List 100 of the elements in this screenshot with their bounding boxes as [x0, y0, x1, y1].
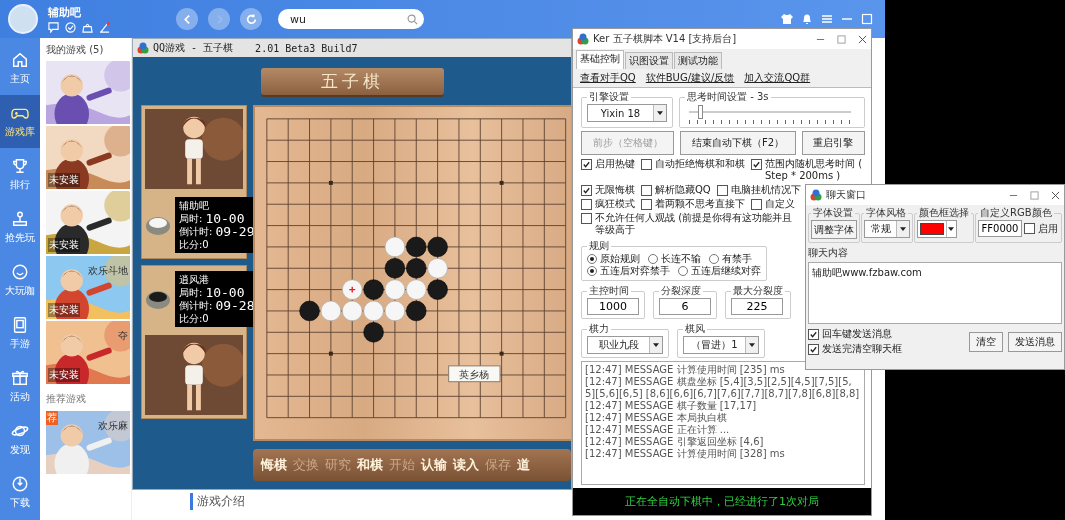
link[interactable]: 软件BUG/建议/反馈: [645, 71, 735, 85]
section-title: 推荐游戏: [46, 392, 87, 406]
game-title[interactable]: 欢乐麻: [98, 419, 128, 433]
shirt-icon[interactable]: [781, 13, 793, 25]
caret-icon: [948, 227, 955, 231]
option-label: 电脑挂机情况下: [730, 184, 801, 196]
nav-item[interactable]: 活动: [0, 360, 40, 413]
tab[interactable]: 识图设置: [625, 52, 673, 69]
joystick-icon: [11, 210, 29, 228]
checkbox[interactable]: [716, 185, 728, 196]
nav-item[interactable]: 抢先玩: [0, 201, 40, 254]
option-label: 启用: [1038, 222, 1058, 235]
radio-button[interactable]: [587, 254, 597, 264]
checkbox[interactable]: [581, 185, 592, 196]
caret-icon: [900, 227, 906, 231]
bell-icon[interactable]: [801, 13, 813, 25]
action-button[interactable]: 和棋: [357, 456, 383, 474]
option-label: 自定义: [765, 198, 795, 210]
caret-icon: [653, 343, 659, 347]
checkbox[interactable]: [641, 185, 652, 196]
checkbox[interactable]: [641, 199, 652, 210]
group-label: 引擎设置: [588, 90, 630, 104]
search-icon[interactable]: [407, 13, 418, 25]
checkbox[interactable]: [581, 159, 592, 170]
close-icon[interactable]: [1051, 190, 1060, 200]
search-field[interactable]: wu: [288, 11, 407, 27]
action-button[interactable]: 悔棋: [261, 456, 287, 474]
checkbox[interactable]: [751, 159, 762, 170]
check-icon[interactable]: [65, 22, 76, 33]
close-icon[interactable]: [858, 34, 867, 44]
color-dropdown[interactable]: [917, 220, 957, 238]
group-label: 主控时间: [588, 284, 630, 298]
smiley-icon: [11, 263, 29, 281]
nav-item[interactable]: 主页: [0, 42, 40, 95]
username[interactable]: 辅助吧: [48, 5, 166, 20]
game-board[interactable]: 英乡杨: [253, 105, 571, 441]
radio-button[interactable]: [709, 254, 719, 264]
pen-icon[interactable]: [99, 22, 110, 33]
game-title[interactable]: 夺: [118, 329, 128, 343]
dropdown[interactable]: （冒进）1: [683, 336, 759, 354]
font-button[interactable]: 调整字体: [811, 220, 857, 239]
checkbox[interactable]: [581, 213, 592, 224]
checkbox[interactable]: [581, 199, 592, 210]
number-field[interactable]: 225: [731, 298, 783, 315]
tab[interactable]: 基础控制: [576, 50, 624, 69]
link[interactable]: 查看对手QQ: [580, 71, 636, 85]
group-label: 分裂深度: [660, 284, 702, 298]
game-badge: 未安装: [48, 173, 80, 187]
menu-icon[interactable]: [821, 13, 833, 25]
game-title[interactable]: 欢乐斗地: [88, 264, 128, 278]
bag-icon[interactable]: [82, 22, 93, 33]
chat-input[interactable]: 辅助吧www.fzbaw.com: [808, 262, 1062, 324]
chat-button[interactable]: 清空: [969, 331, 1003, 352]
nav-item[interactable]: 下载: [0, 466, 40, 519]
action-button[interactable]: 结束自动下棋（F2）: [680, 131, 796, 155]
avatar[interactable]: [8, 4, 38, 34]
player-name: 辅助吧: [179, 199, 210, 212]
radio-button[interactable]: [648, 254, 658, 264]
option-label: 原始规则: [600, 253, 640, 265]
chat-button[interactable]: 发送消息: [1008, 331, 1062, 352]
checkbox[interactable]: [808, 328, 819, 340]
nav-item[interactable]: 发现: [0, 413, 40, 466]
slider-thumb[interactable]: [698, 105, 704, 119]
number-field[interactable]: 6: [659, 298, 711, 315]
action-button[interactable]: 重启引擎: [801, 131, 865, 155]
action-button[interactable]: 认输: [421, 456, 447, 474]
chat-bubble-icon[interactable]: [48, 22, 59, 33]
link[interactable]: 加入交流QQ群: [744, 71, 811, 85]
checkbox[interactable]: [641, 159, 652, 170]
option-label: 有禁手: [722, 253, 752, 265]
countdown-label: 倒计时:: [179, 225, 213, 238]
nav-item[interactable]: 游戏库: [0, 95, 40, 148]
tab[interactable]: 测试功能: [674, 52, 722, 69]
option-label: 自动拒绝悔棋和和棋: [655, 158, 745, 170]
nav-item[interactable]: 手游: [0, 307, 40, 360]
search-box[interactable]: wu: [278, 9, 424, 29]
status-message: 正在全自动下棋中，已经进行了1次对局: [573, 488, 871, 515]
option-label: 五连后对弈禁手: [600, 265, 670, 277]
back-button[interactable]: [176, 8, 198, 30]
radio-button[interactable]: [587, 266, 597, 276]
nav-item[interactable]: 大玩咖: [0, 254, 40, 307]
countdown-label: 倒计时:: [179, 299, 213, 312]
action-button[interactable]: 道: [517, 456, 530, 474]
chevron-left-icon: [181, 13, 193, 25]
checkbox[interactable]: [1024, 223, 1035, 234]
radio-button[interactable]: [678, 266, 688, 276]
score-label: 比分:0: [179, 238, 210, 251]
action-button[interactable]: 读入: [453, 456, 479, 474]
app-icon: [577, 33, 589, 45]
number-field[interactable]: 1000: [587, 298, 639, 315]
dropdown[interactable]: 常规: [864, 220, 910, 238]
engine-dropdown[interactable]: Yixin 18: [587, 104, 667, 122]
dropdown[interactable]: 职业九段: [587, 336, 663, 354]
refresh-button[interactable]: [240, 8, 262, 30]
checkbox[interactable]: [751, 199, 762, 210]
name-plate: 英乡杨: [448, 365, 501, 383]
rgb-field[interactable]: FF0000: [978, 220, 1022, 237]
checkbox[interactable]: [808, 343, 819, 355]
nav-item[interactable]: 排行: [0, 148, 40, 201]
group-label: 思考时间设置 - 3s: [686, 90, 770, 104]
